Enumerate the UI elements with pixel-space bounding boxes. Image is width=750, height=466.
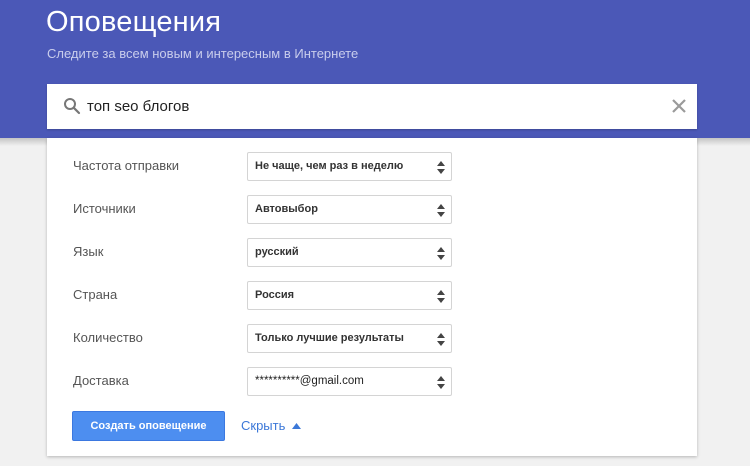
language-select-value: русский (255, 246, 299, 258)
sort-arrows-icon (437, 161, 445, 174)
search-input[interactable]: топ seo блогов (87, 98, 189, 115)
page-subtitle: Следите за всем новым и интересным в Инт… (47, 46, 359, 61)
language-select[interactable]: русский (247, 238, 452, 267)
caret-up-icon (292, 422, 302, 429)
frequency-label: Частота отправки (73, 158, 180, 173)
alert-options-panel: Частота отправки Не чаще, чем раз в неде… (47, 138, 697, 456)
sort-arrows-icon (437, 333, 445, 346)
quantity-select[interactable]: Только лучшие результаты (247, 324, 452, 353)
hide-options-link[interactable]: Скрыть (241, 418, 302, 433)
delivery-label: Доставка (73, 373, 129, 388)
frequency-select-value: Не чаще, чем раз в неделю (255, 160, 404, 172)
country-label: Страна (73, 287, 118, 302)
quantity-select-value: Только лучшие результаты (255, 332, 404, 344)
language-label: Язык (73, 244, 104, 259)
create-alert-button[interactable]: Создать оповещение (72, 411, 225, 441)
sort-arrows-icon (437, 290, 445, 303)
sources-label: Источники (73, 201, 136, 216)
sort-arrows-icon (437, 247, 445, 260)
search-bar: топ seo блогов (47, 84, 697, 129)
sort-arrows-icon (437, 376, 445, 389)
search-icon (64, 98, 81, 115)
country-select[interactable]: Россия (247, 281, 452, 310)
sources-select[interactable]: Автовыбор (247, 195, 452, 224)
delivery-select[interactable]: **********@gmail.com (247, 367, 452, 396)
page-title: Оповещения (46, 6, 222, 38)
delivery-select-value: **********@gmail.com (255, 375, 364, 387)
frequency-select[interactable]: Не чаще, чем раз в неделю (247, 152, 452, 181)
close-icon[interactable] (669, 96, 689, 116)
country-select-value: Россия (255, 289, 295, 301)
hide-options-label: Скрыть (241, 418, 286, 433)
quantity-label: Количество (73, 330, 143, 345)
sources-select-value: Автовыбор (255, 203, 318, 215)
sort-arrows-icon (437, 204, 445, 217)
